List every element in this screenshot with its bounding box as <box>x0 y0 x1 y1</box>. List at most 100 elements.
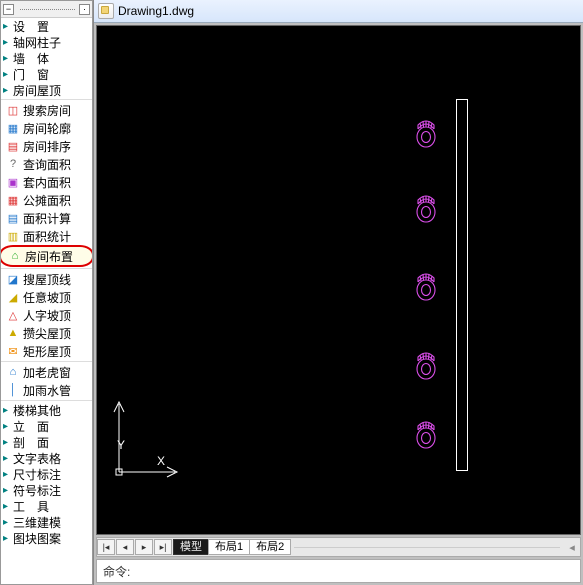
fixture-toilet[interactable] <box>412 349 440 381</box>
tab-spacer <box>294 547 560 548</box>
item-icon: ▦ <box>5 121 21 135</box>
tree-group[interactable]: ▸三维建模 <box>1 514 92 530</box>
group-label: 尺寸标注 <box>13 466 61 483</box>
item-label: 搜索房间 <box>23 102 71 119</box>
axis-y-label: Y <box>117 438 125 452</box>
titlebar: Drawing1.dwg <box>94 0 583 23</box>
item-icon: │ <box>5 383 21 397</box>
canvas[interactable]: Y X <box>96 25 581 535</box>
tree-group[interactable]: ▸尺寸标注 <box>1 466 92 482</box>
tree-group[interactable]: ▸图块图案 <box>1 530 92 546</box>
sidebar-item[interactable]: ▣套内面积 <box>1 173 92 191</box>
fixture-toilet[interactable] <box>412 270 440 302</box>
chevron-right-icon: ▸ <box>3 469 13 480</box>
chevron-right-icon: ▸ <box>3 501 13 512</box>
tree-group[interactable]: ▸立 面 <box>1 418 92 434</box>
group-label: 墙 体 <box>13 50 49 67</box>
nav-prev-button[interactable]: ◂ <box>116 539 134 555</box>
tree-group[interactable]: ▸剖 面 <box>1 434 92 450</box>
tree-group[interactable]: ▸墙 体 <box>1 50 92 66</box>
chevron-right-icon: ▸ <box>3 37 13 48</box>
chevron-right-icon: ▸ <box>3 53 13 64</box>
sidebar-item[interactable]: ◫搜索房间 <box>1 101 92 119</box>
fixture-toilet[interactable] <box>412 117 440 149</box>
chevron-right-icon: ▸ <box>3 485 13 496</box>
sidebar-item[interactable]: ▲攒尖屋顶 <box>1 324 92 342</box>
tree-group[interactable]: ▸楼梯其他 <box>1 402 92 418</box>
drawing-area: Drawing1.dwg <box>93 0 583 585</box>
tree-group[interactable]: ▸轴网柱子 <box>1 34 92 50</box>
command-line[interactable]: 命令: <box>96 559 581 583</box>
chevron-right-icon: ▸ <box>3 453 13 464</box>
tab-model[interactable]: 模型 <box>173 539 209 555</box>
tree-aux-toggle[interactable]: · <box>79 4 90 15</box>
tree-collapse-toggle[interactable]: − <box>3 4 14 15</box>
chevron-right-icon: ▸ <box>3 21 13 32</box>
item-label: 加老虎窗 <box>23 364 71 381</box>
item-label: 攒尖屋顶 <box>23 325 71 342</box>
chevron-right-icon: ▸ <box>3 517 13 528</box>
chevron-right-icon: ▸ <box>3 437 13 448</box>
nav-next-button[interactable]: ▸ <box>135 539 153 555</box>
file-icon <box>98 3 114 19</box>
item-icon: ◢ <box>5 290 21 304</box>
item-icon: ? <box>5 157 21 171</box>
sidebar-item[interactable]: △人字坡顶 <box>1 306 92 324</box>
tree-divider <box>20 9 75 10</box>
sidebar-item[interactable]: ?查询面积 <box>1 155 92 173</box>
item-label: 面积计算 <box>23 210 71 227</box>
item-icon: ▣ <box>5 175 21 189</box>
item-icon: ✉ <box>5 344 21 358</box>
sidebar-item[interactable]: ▤房间排序 <box>1 137 92 155</box>
item-room-layout[interactable]: ⌂ 房间布置 <box>0 245 93 267</box>
house-icon: ⌂ <box>7 249 23 263</box>
tree-group[interactable]: ▸工 具 <box>1 498 92 514</box>
tab-layout1[interactable]: 布局1 <box>208 539 250 555</box>
chevron-right-icon: ▸ <box>3 85 13 96</box>
item-icon: ▦ <box>5 193 21 207</box>
tree-group[interactable]: ▸门 窗 <box>1 66 92 82</box>
fixture-toilet[interactable] <box>412 418 440 450</box>
tree-group[interactable]: ▸符号标注 <box>1 482 92 498</box>
sidebar-item[interactable]: ▤面积计算 <box>1 209 92 227</box>
group-label: 楼梯其他 <box>13 402 61 419</box>
item-icon: ◫ <box>5 103 21 117</box>
nav-scroll-left[interactable]: ◂ <box>564 541 580 554</box>
item-icon: ▤ <box>5 211 21 225</box>
sidebar-item[interactable]: ▦公摊面积 <box>1 191 92 209</box>
group-label: 轴网柱子 <box>13 34 61 51</box>
command-prompt: 命令: <box>103 563 130 580</box>
fixture-toilet[interactable] <box>412 192 440 224</box>
sidebar-item[interactable]: ▥面积统计 <box>1 227 92 245</box>
axis-x-label: X <box>157 454 165 468</box>
item-icon: ▤ <box>5 139 21 153</box>
sidebar-item[interactable]: ◪搜屋顶线 <box>1 270 92 288</box>
sidebar-item[interactable]: ◢任意坡顶 <box>1 288 92 306</box>
item-label: 面积统计 <box>23 228 71 245</box>
nav-first-button[interactable]: |◂ <box>97 539 115 555</box>
tree-group[interactable]: ▸设 置 <box>1 18 92 34</box>
item-icon: ⌂ <box>5 365 21 379</box>
tab-layout2[interactable]: 布局2 <box>249 539 291 555</box>
layout-tabs-bar: |◂ ◂ ▸ ▸| 模型 布局1 布局2 ◂ <box>96 537 581 557</box>
item-label: 套内面积 <box>23 174 71 191</box>
group-label: 工 具 <box>13 498 49 515</box>
group-label: 三维建模 <box>13 514 61 531</box>
group-label: 剖 面 <box>13 434 49 451</box>
item-label: 房间轮廓 <box>23 120 71 137</box>
sidebar-item[interactable]: ▦房间轮廓 <box>1 119 92 137</box>
sidebar-item[interactable]: │加雨水管 <box>1 381 92 399</box>
sidebar-item[interactable]: ⌂加老虎窗 <box>1 363 92 381</box>
document-title: Drawing1.dwg <box>118 4 194 18</box>
sidebar: − · ▸设 置▸轴网柱子▸墙 体▸门 窗▸房间屋顶 ◫搜索房间▦房间轮廓▤房间… <box>0 0 93 585</box>
item-icon: ▥ <box>5 229 21 243</box>
nav-last-button[interactable]: ▸| <box>154 539 172 555</box>
chevron-right-icon: ▸ <box>3 421 13 432</box>
sidebar-item[interactable]: ✉矩形屋顶 <box>1 342 92 360</box>
item-label: 矩形屋顶 <box>23 343 71 360</box>
tree-group[interactable]: ▸文字表格 <box>1 450 92 466</box>
tree-group[interactable]: ▸房间屋顶 <box>1 82 92 98</box>
group-label: 符号标注 <box>13 482 61 499</box>
group-label: 设 置 <box>13 18 49 35</box>
group-label: 房间屋顶 <box>13 82 61 99</box>
